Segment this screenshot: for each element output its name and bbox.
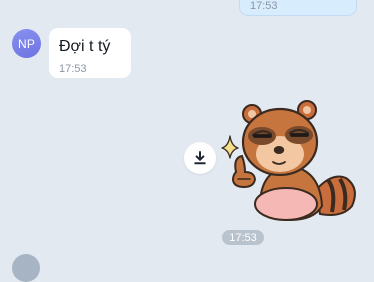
timestamp-divider: 17:53 [222,230,264,245]
raccoon-head [241,100,319,177]
avatar-initials: NP [17,36,36,51]
received-message-bubble[interactable]: Đợi t tý 17:53 [49,28,131,78]
raccoon-tail [314,175,356,216]
next-avatar-partial [12,254,40,282]
download-icon [194,151,206,165]
received-message-text: Đợi t tý [59,38,111,55]
sent-message-bubble[interactable]: 17:53 [239,0,357,16]
timestamp-divider-label: 17:53 [229,231,257,244]
received-message-time: 17:53 [59,63,87,75]
avatar[interactable]: NP [12,29,41,58]
download-sticker-button[interactable] [184,142,216,174]
thumbs-up-raccoon-sticker[interactable] [220,100,360,222]
sparkle-icon [221,135,239,159]
sent-message-time: 17:53 [250,0,278,12]
